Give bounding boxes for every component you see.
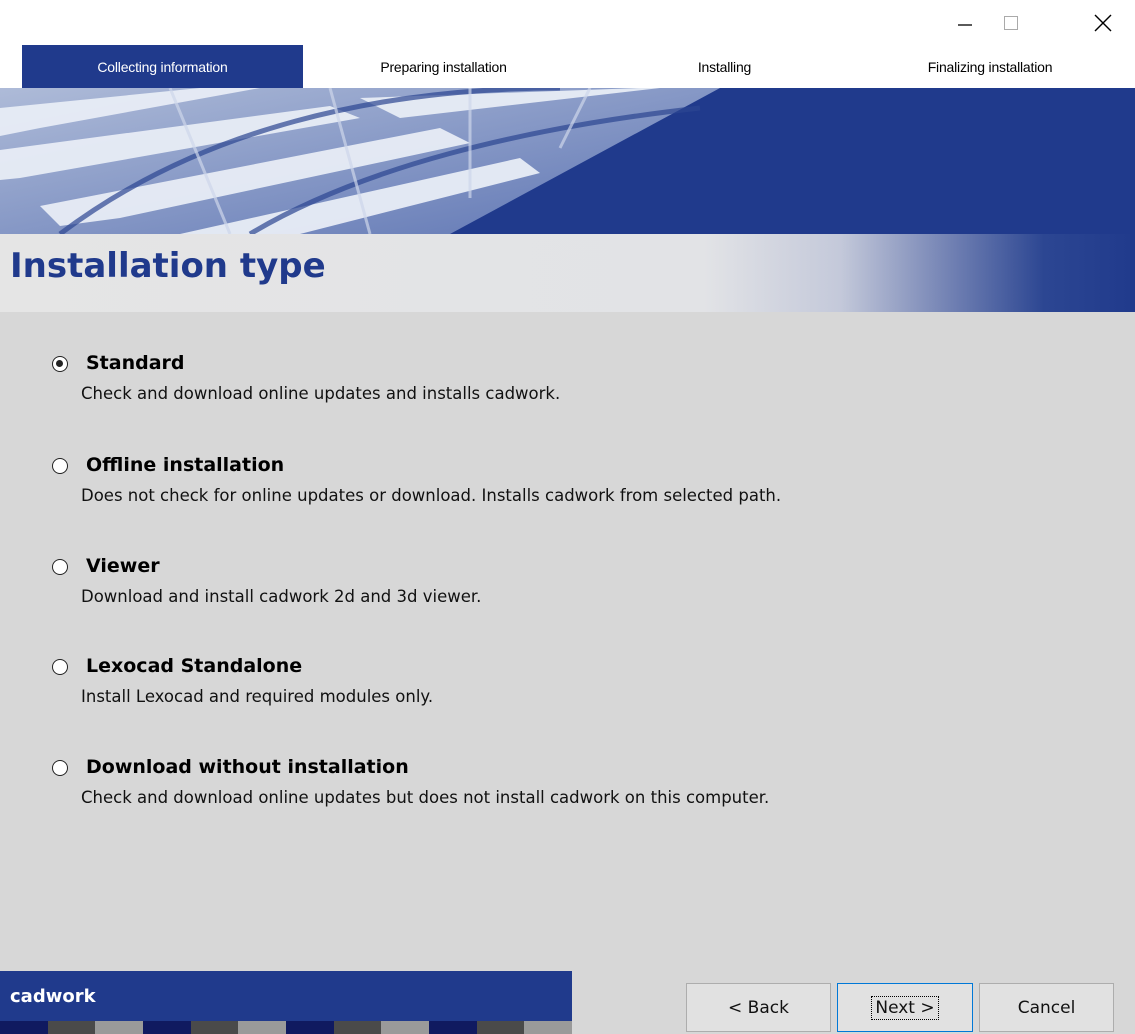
option-description: Download and install cadwork 2d and 3d v… (81, 587, 482, 606)
minimize-icon (958, 23, 972, 26)
option-title[interactable]: Lexocad Standalone (86, 655, 302, 677)
option-description: Does not check for online updates or dow… (81, 486, 782, 505)
step-finalizing-installation: Finalizing installation (927, 58, 1053, 75)
option-title[interactable]: Standard (86, 352, 185, 374)
next-button-label: Next > (871, 995, 939, 1020)
option-title[interactable]: Download without installation (86, 756, 409, 778)
option-title[interactable]: Offline installation (86, 454, 284, 476)
step-progress-bar: Collecting information Preparing install… (0, 45, 1135, 88)
banner-image (0, 88, 1135, 234)
brand-label: cadwork (0, 971, 572, 1021)
close-button[interactable] (1080, 0, 1126, 45)
radio-viewer[interactable] (52, 559, 68, 575)
radio-download-without-installation[interactable] (52, 760, 68, 776)
step-collecting-information: Collecting information (22, 45, 303, 88)
brand-stripe (0, 1021, 573, 1034)
radio-offline-installation[interactable] (52, 458, 68, 474)
title-bar (0, 0, 1135, 45)
maximize-button[interactable] (988, 0, 1034, 45)
radio-lexocad-standalone[interactable] (52, 659, 68, 675)
back-button[interactable]: < Back (686, 983, 831, 1032)
maximize-icon (1004, 15, 1018, 30)
option-title[interactable]: Viewer (86, 555, 160, 577)
heading-band: Installation type (0, 234, 1135, 312)
radio-standard[interactable] (52, 356, 68, 372)
minimize-button[interactable] (942, 0, 988, 45)
option-description: Check and download online updates but do… (81, 788, 770, 807)
option-description: Install Lexocad and required modules onl… (81, 687, 434, 706)
close-icon (1094, 14, 1112, 31)
cancel-button[interactable]: Cancel (979, 983, 1114, 1032)
step-preparing-installation: Preparing installation (380, 58, 507, 75)
step-installing: Installing (697, 58, 752, 75)
page-title: Installation type (10, 246, 326, 286)
option-description: Check and download online updates and in… (81, 384, 561, 403)
next-button[interactable]: Next > (837, 983, 973, 1032)
